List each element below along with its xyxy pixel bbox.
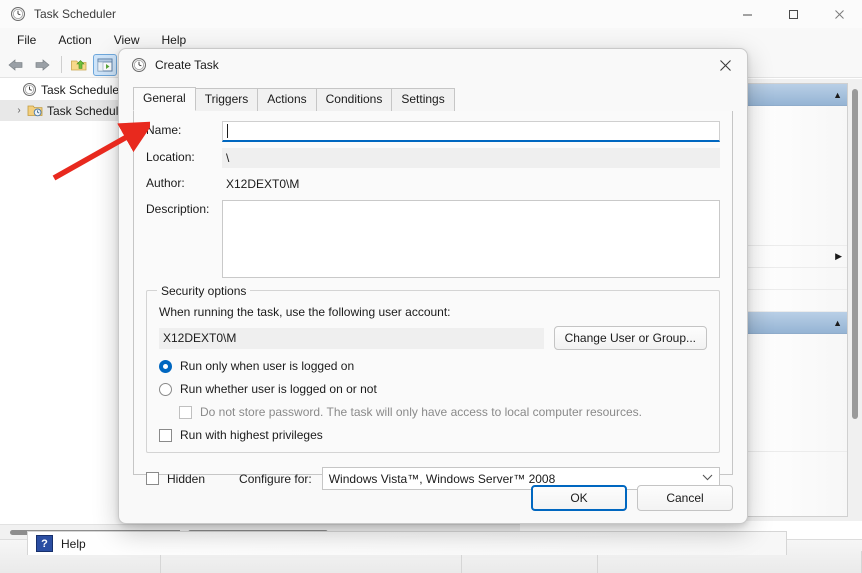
tab-triggers[interactable]: Triggers <box>194 88 259 111</box>
toolbar-separator-1 <box>61 56 62 73</box>
scrollbar-thumb[interactable] <box>852 89 858 419</box>
author-label: Author: <box>146 176 185 190</box>
actions-item-2[interactable]: ▶ <box>746 246 847 268</box>
actions-help-row[interactable]: ? Help <box>27 531 787 555</box>
run-whether-logged-on-label: Run whether user is logged on or not <box>180 382 377 396</box>
close-button[interactable] <box>816 0 862 28</box>
tab-actions[interactable]: Actions <box>257 88 317 111</box>
description-input[interactable] <box>222 200 720 278</box>
actions-item-5[interactable] <box>746 430 847 452</box>
window-titlebar: Task Scheduler <box>0 0 862 28</box>
actions-section-body-2 <box>746 334 847 430</box>
location-label: Location: <box>146 150 195 164</box>
chevron-up-icon[interactable]: ▲ <box>833 90 842 100</box>
account-value: X12DEXT0\M <box>159 327 544 349</box>
security-options-title: Security options <box>157 284 251 298</box>
checkbox-run-with-highest-privileges[interactable] <box>159 428 172 442</box>
checkbox-do-not-store-password[interactable] <box>179 405 192 419</box>
change-user-or-group-button[interactable]: Change User or Group... <box>553 326 707 350</box>
tree-expander[interactable]: › <box>12 105 26 116</box>
dialog-buttons: OK Cancel <box>521 485 733 511</box>
name-input[interactable] <box>222 121 720 142</box>
general-tab-page: Name: Location: \ Author: X12DEXT0\M Des… <box>133 111 733 490</box>
name-label: Name: <box>146 123 182 137</box>
minimize-button[interactable] <box>724 0 770 28</box>
actions-section-header-2[interactable]: ▲ <box>746 312 847 334</box>
run-only-when-logged-on-option[interactable]: Run only when user is logged on <box>159 359 707 373</box>
menu-file[interactable]: File <box>6 30 47 50</box>
radio-run-only-when-logged-on[interactable] <box>159 359 172 373</box>
menu-help[interactable]: Help <box>151 30 198 50</box>
folder-up-icon[interactable] <box>67 54 91 76</box>
account-prompt: When running the task, use the following… <box>159 305 451 319</box>
configure-for-value: Windows Vista™, Windows Server™ 2008 <box>328 471 556 486</box>
dialog-close-button[interactable] <box>703 49 747 81</box>
location-value: \ <box>222 148 720 168</box>
tree-item-label: Task Schedule <box>47 103 126 118</box>
clock-icon <box>10 6 26 22</box>
show-console-tree-icon[interactable] <box>93 53 117 76</box>
actions-pane-scrollbar[interactable] <box>851 85 860 515</box>
description-row: Description: <box>146 200 720 278</box>
actions-item-1[interactable] <box>746 224 847 246</box>
actions-pane-inner: ▲ ▶ ▲ <box>745 83 848 517</box>
clock-icon <box>131 57 147 73</box>
chevron-up-icon[interactable]: ▲ <box>833 318 842 328</box>
chevron-right-icon[interactable]: ▶ <box>835 251 842 262</box>
actions-item-4[interactable] <box>746 290 847 312</box>
run-with-highest-privileges-option[interactable]: Run with highest privileges <box>159 428 707 442</box>
location-row: Location: \ <box>146 148 720 168</box>
task-scheduler-screen: Task Scheduler File Action View Help Tas… <box>0 0 862 573</box>
folder-clock-icon <box>26 103 44 118</box>
run-whether-logged-on-option[interactable]: Run whether user is logged on or not <box>159 382 707 396</box>
dialog-titlebar: Create Task <box>119 49 747 81</box>
account-row: X12DEXT0\M Change User or Group... <box>159 326 707 350</box>
help-icon: ? <box>36 535 53 552</box>
forward-arrow-icon[interactable] <box>30 54 54 76</box>
chevron-down-icon[interactable] <box>702 473 713 484</box>
help-label: Help <box>61 536 86 551</box>
name-row: Name: <box>146 121 720 142</box>
radio-run-whether-logged-on[interactable] <box>159 382 172 396</box>
author-value: X12DEXT0\M <box>226 177 300 191</box>
tab-settings[interactable]: Settings <box>391 88 455 111</box>
menu-view[interactable]: View <box>103 30 151 50</box>
dialog-tabs: General Triggers Actions Conditions Sett… <box>133 87 733 112</box>
hidden-label: Hidden <box>167 471 206 486</box>
run-with-highest-privileges-label: Run with highest privileges <box>180 428 323 442</box>
configure-for-label: Configure for: <box>239 471 312 486</box>
do-not-store-password-option[interactable]: Do not store password. The task will onl… <box>159 405 707 419</box>
cancel-button[interactable]: Cancel <box>637 485 733 511</box>
security-options-group: Security options When running the task, … <box>146 284 720 453</box>
do-not-store-password-label: Do not store password. The task will onl… <box>200 405 642 419</box>
menu-action[interactable]: Action <box>47 30 102 50</box>
maximize-button[interactable] <box>770 0 816 28</box>
tab-conditions[interactable]: Conditions <box>315 88 393 111</box>
tab-general[interactable]: General <box>133 87 196 111</box>
text-caret <box>227 124 228 138</box>
description-label: Description: <box>146 202 210 216</box>
create-task-dialog: Create Task General Triggers Actions Con… <box>118 48 748 524</box>
actions-section-header-1[interactable]: ▲ <box>746 84 847 106</box>
actions-item-3[interactable] <box>746 268 847 290</box>
author-row: Author: X12DEXT0\M <box>146 174 720 194</box>
window-controls <box>724 0 862 28</box>
run-only-when-logged-on-label: Run only when user is logged on <box>180 359 355 373</box>
actions-section-body-1 <box>746 106 847 224</box>
window-title: Task Scheduler <box>34 7 117 21</box>
checkbox-hidden[interactable] <box>146 472 159 485</box>
actions-pane: ▲ ▶ ▲ <box>740 79 862 521</box>
dialog-title: Create Task <box>155 58 219 72</box>
clock-icon <box>20 82 38 97</box>
ok-button[interactable]: OK <box>531 485 627 511</box>
back-arrow-icon[interactable] <box>4 54 28 76</box>
